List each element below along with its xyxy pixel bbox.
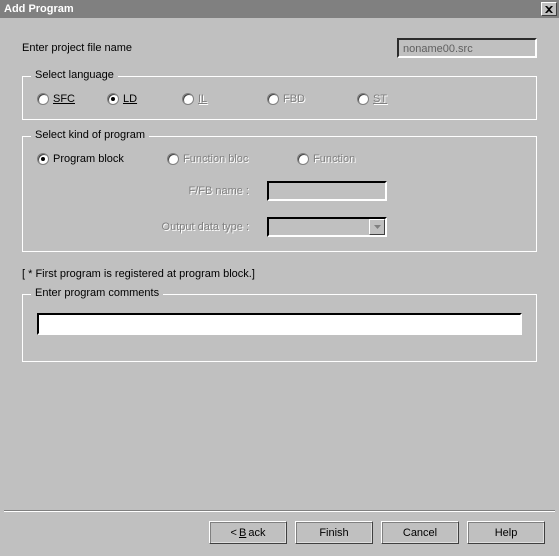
project-file-row: Enter project file name noname00.src [22,38,537,58]
radio-ld-label: LD [123,93,137,105]
finish-label: Finish [319,527,348,539]
output-type-value [269,219,369,235]
language-legend: Select language [31,69,118,81]
window-title: Add Program [4,3,74,15]
dialog-body: Enter project file name noname00.src Sel… [0,18,559,382]
radio-st[interactable]: ST [357,93,387,105]
back-rest: ack [248,527,265,539]
project-file-field[interactable]: noname00.src [397,38,537,58]
output-type-combo[interactable] [267,217,387,237]
radio-icon [37,93,49,105]
kind-group: Select kind of program Program block Fun… [22,136,537,252]
radio-st-label: ST [373,93,387,105]
help-label: Help [495,527,518,539]
radio-icon [167,153,179,165]
comments-group: Enter program comments [22,294,537,362]
radio-function-bloc-label: Function bloc [183,153,248,165]
close-icon [545,6,553,13]
combo-dropdown-button[interactable] [369,219,385,235]
radio-il[interactable]: IL [182,93,267,105]
radio-program-block-label: Program block [53,153,124,165]
radio-function[interactable]: Function [297,153,355,165]
radio-icon [297,153,309,165]
radio-function-bloc[interactable]: Function bloc [167,153,297,165]
comments-input[interactable] [37,313,522,335]
back-button[interactable]: < Back [209,521,287,544]
radio-icon [37,153,49,165]
close-button[interactable] [541,2,557,16]
kind-legend: Select kind of program [31,129,149,141]
language-radio-row: SFC LD IL FBD ST [37,93,526,105]
language-group: Select language SFC LD IL FBD ST [22,76,537,120]
radio-sfc[interactable]: SFC [37,93,107,105]
radio-il-label: IL [198,93,207,105]
radio-ld[interactable]: LD [107,93,182,105]
cancel-button[interactable]: Cancel [381,521,459,544]
output-type-label: Output data type : [37,221,267,233]
cancel-label: Cancel [403,527,437,539]
radio-program-block[interactable]: Program block [37,153,167,165]
radio-icon [182,93,194,105]
radio-function-label: Function [313,153,355,165]
kind-radio-row: Program block Function bloc Function [37,153,526,165]
project-file-label: Enter project file name [22,42,397,54]
back-prefix: < [231,527,237,539]
radio-fbd-label: FBD [283,93,305,105]
titlebar: Add Program [0,0,559,18]
radio-fbd[interactable]: FBD [267,93,357,105]
back-u: B [239,527,246,539]
separator-line [4,510,555,512]
output-type-row: Output data type : [37,217,526,237]
radio-icon [107,93,119,105]
button-row: < Back Finish Cancel Help [209,521,545,544]
note-text: [ * First program is registered at progr… [22,268,537,280]
radio-sfc-label: SFC [53,93,75,105]
help-button[interactable]: Help [467,521,545,544]
radio-icon [357,93,369,105]
comments-legend: Enter program comments [31,287,163,299]
radio-icon [267,93,279,105]
ffb-name-label: F/FB name : [37,185,267,197]
finish-button[interactable]: Finish [295,521,373,544]
ffb-name-field[interactable] [267,181,387,201]
ffb-name-row: F/FB name : [37,181,526,201]
chevron-down-icon [374,225,381,229]
